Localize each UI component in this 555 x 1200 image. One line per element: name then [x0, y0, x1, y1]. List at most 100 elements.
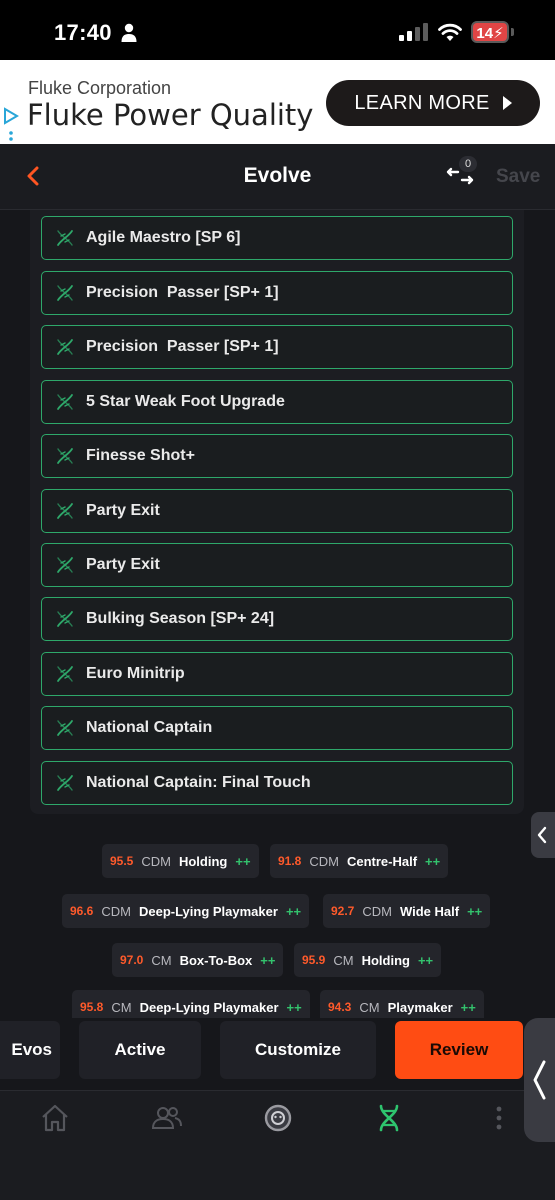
- tab-review[interactable]: Review: [395, 1021, 523, 1079]
- role-chip[interactable]: 94.3 CM Playmaker ++: [320, 990, 484, 1018]
- evolution-item[interactable]: Precision Passer [SP+ 1]: [41, 271, 513, 315]
- tab-review-label: Review: [429, 1040, 489, 1059]
- role-plus-indicator: ++: [425, 853, 441, 869]
- evolution-item-label: Party Exit: [86, 556, 160, 573]
- tab-active-label: Active: [114, 1040, 166, 1059]
- evolution-item[interactable]: Bulking Season [SP+ 24]: [41, 597, 513, 641]
- evolution-dna-icon: [57, 611, 73, 627]
- ad-choices-icon[interactable]: [2, 107, 20, 143]
- role-name: Holding: [178, 853, 228, 869]
- role-plus-indicator: ++: [467, 903, 483, 919]
- tab-customize-label: Customize: [255, 1040, 341, 1059]
- role-rating: 95.8: [80, 1000, 104, 1014]
- role-chips-area: 95.5 CDM Holding ++ 91.8 CDM Centre-Half ++ 96.6…: [0, 814, 555, 1018]
- role-rating: 97.0: [120, 953, 144, 967]
- role-position: CM: [359, 999, 380, 1015]
- role-position: CM: [111, 999, 132, 1015]
- evolution-item-label: National Captain: Final Touch: [86, 774, 311, 791]
- role-plus-indicator: ++: [286, 999, 302, 1015]
- role-chip[interactable]: 97.0 CM Box-To-Box ++: [112, 943, 284, 977]
- battery-nub: [511, 28, 514, 36]
- evolution-dna-icon: [57, 775, 73, 791]
- status-time: 17:40: [54, 20, 112, 45]
- role-plus-indicator: ++: [460, 999, 476, 1015]
- play-arrow-icon: [502, 96, 512, 110]
- role-name: Wide Half: [399, 903, 460, 919]
- evolution-dna-icon: [57, 339, 73, 355]
- role-chip[interactable]: 95.9 CM Holding ++: [294, 943, 442, 977]
- evolution-item-label: Party Exit: [86, 502, 160, 519]
- evolution-item[interactable]: National Captain: Final Touch: [41, 761, 513, 805]
- evolution-dna-icon: [57, 557, 73, 573]
- role-plus-indicator: ++: [417, 952, 434, 968]
- role-position: CDM: [101, 903, 131, 919]
- chevron-left-large-icon: [533, 1060, 546, 1100]
- role-plus-indicator: ++: [260, 952, 276, 968]
- evolution-item[interactable]: 5 Star Weak Foot Upgrade: [41, 380, 513, 424]
- role-rating: 95.5: [110, 854, 134, 868]
- battery-icon: 14⚡: [471, 21, 509, 43]
- learn-more-label: LEARN MORE: [354, 91, 490, 114]
- role-rating: 96.6: [70, 904, 94, 918]
- more-icon[interactable]: [484, 1103, 514, 1133]
- tab-active[interactable]: Active: [79, 1021, 201, 1079]
- evolution-item[interactable]: Finesse Shot+: [41, 434, 513, 478]
- role-position: CDM: [362, 903, 392, 919]
- evolution-item[interactable]: Party Exit: [41, 543, 513, 587]
- role-rating: 92.7: [331, 904, 355, 918]
- role-position: CDM: [309, 853, 339, 869]
- person-icon: [121, 23, 137, 42]
- evolution-item-label: Bulking Season [SP+ 24]: [86, 610, 275, 627]
- role-name: Playmaker: [387, 999, 453, 1015]
- evolution-dna-icon: [57, 720, 73, 736]
- role-plus-indicator: ++: [285, 903, 302, 919]
- evolution-item[interactable]: National Captain: [41, 706, 513, 750]
- role-name: Centre-Half: [346, 853, 418, 869]
- evolution-dna-icon: [57, 503, 73, 519]
- signal-icon: [399, 23, 428, 41]
- learn-more-button[interactable]: LEARN MORE: [326, 80, 540, 126]
- battery-level: 14⚡: [476, 25, 504, 42]
- evolution-dna-icon: [57, 230, 73, 246]
- role-name: Deep-Lying Playmaker: [138, 903, 278, 919]
- evolution-item[interactable]: Party Exit: [41, 489, 513, 533]
- evolution-dna-icon: [57, 394, 73, 410]
- tab-customize[interactable]: Customize: [220, 1021, 376, 1079]
- role-chip[interactable]: 91.8 CDM Centre-Half ++: [270, 844, 449, 878]
- evolution-item-label: National Captain: [86, 719, 213, 736]
- evolution-item-label: Precision Passer [SP+ 1]: [86, 338, 279, 355]
- evolution-item-label: 5 Star Weak Foot Upgrade: [86, 393, 285, 410]
- bottom-drawer-handle[interactable]: [524, 1018, 555, 1142]
- evolution-icon[interactable]: [374, 1103, 404, 1133]
- role-chip[interactable]: 92.7 CDM Wide Half ++: [323, 894, 491, 928]
- evolution-item[interactable]: Euro Minitrip: [41, 652, 513, 696]
- role-chip[interactable]: 95.8 CM Deep-Lying Playmaker ++: [72, 990, 310, 1018]
- tab-evos[interactable]: Evos: [0, 1021, 60, 1079]
- evolution-item-label: Finesse Shot+: [86, 447, 195, 464]
- role-name: Box-To-Box: [179, 952, 253, 968]
- evolution-item-label: Agile Maestro [SP 6]: [86, 229, 241, 246]
- role-chip[interactable]: 96.6 CDM Deep-Lying Playmaker ++: [62, 894, 310, 928]
- evolution-dna-icon: [57, 666, 73, 682]
- evolution-dna-icon: [57, 448, 73, 464]
- evolution-item-label: Euro Minitrip: [86, 665, 185, 682]
- players-icon[interactable]: [151, 1103, 183, 1133]
- home-icon[interactable]: [40, 1103, 70, 1133]
- evolution-item[interactable]: Agile Maestro [SP 6]: [41, 216, 513, 260]
- role-name: Deep-Lying Playmaker: [139, 999, 279, 1015]
- role-position: CDM: [141, 853, 171, 869]
- ad-company: Fluke Corporation: [28, 78, 172, 98]
- role-position: CM: [151, 952, 172, 968]
- role-rating: 91.8: [278, 854, 302, 868]
- evolution-item[interactable]: Precision Passer [SP+ 1]: [41, 325, 513, 369]
- ad-headline[interactable]: Fluke Power Quality: [27, 98, 313, 132]
- tab-evos-label: Evos: [11, 1040, 52, 1059]
- role-name: Holding: [361, 952, 410, 968]
- role-chip[interactable]: 95.5 CDM Holding ++: [102, 844, 259, 878]
- role-rating: 95.9: [302, 953, 326, 967]
- role-position: CM: [333, 952, 354, 968]
- save-button[interactable]: Save: [496, 166, 540, 188]
- evolution-item-label: Precision Passer [SP+ 1]: [86, 284, 279, 301]
- wifi-icon: [438, 23, 462, 41]
- club-icon[interactable]: [263, 1103, 293, 1133]
